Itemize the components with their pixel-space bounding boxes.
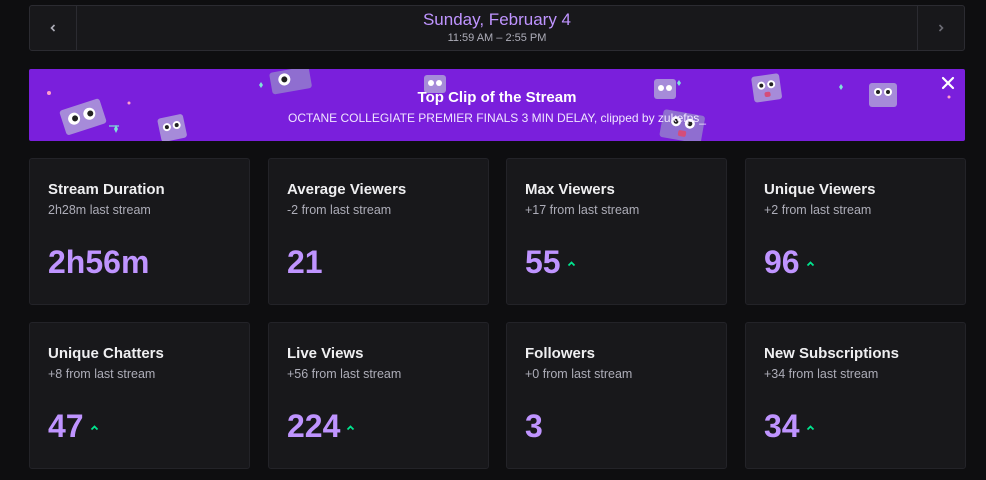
stat-comparison: +0 from last stream	[525, 367, 633, 381]
banner-text: Top Clip of the Stream OCTANE COLLEGIATE…	[29, 89, 965, 127]
date-navigator: Sunday, February 4 11:59 AM – 2:55 PM	[29, 5, 965, 51]
stat-value: 3	[525, 408, 543, 444]
stat-value: 21	[287, 244, 323, 280]
stat-card: Unique Chatters +8 from last stream 47	[29, 322, 250, 469]
stat-value-row: 96	[764, 244, 815, 280]
stat-card: Max Viewers +17 from last stream 55	[506, 158, 727, 305]
stat-value-row: 224	[287, 408, 355, 444]
stat-value: 224	[287, 408, 341, 444]
stat-comparison: +34 from last stream	[764, 367, 879, 381]
stat-comparison: +8 from last stream	[48, 367, 156, 381]
stat-value: 2h56m	[48, 244, 150, 280]
trend-up-icon	[806, 418, 815, 436]
stat-value-row: 47	[48, 408, 99, 444]
stat-value-row: 2h56m	[48, 244, 149, 280]
stat-title: Stream Duration	[48, 181, 165, 198]
stream-date: Sunday, February 4	[422, 10, 572, 29]
stat-value-row: 3	[525, 408, 543, 444]
top-clip-banner[interactable]: Top Clip of the Stream OCTANE COLLEGIATE…	[29, 69, 965, 141]
stat-card: Average Viewers -2 from last stream 21	[268, 158, 489, 305]
trend-up-icon	[90, 418, 99, 436]
stat-value: 34	[764, 408, 800, 444]
stat-comparison: +2 from last stream	[764, 203, 872, 217]
stat-value-row: 55	[525, 244, 576, 280]
stat-comparison: +17 from last stream	[525, 203, 640, 217]
stat-title: New Subscriptions	[764, 345, 900, 362]
stream-time-range: 11:59 AM – 2:55 PM	[447, 32, 547, 44]
chevron-left-icon	[49, 21, 57, 36]
stat-card: Followers +0 from last stream 3	[506, 322, 727, 469]
stat-card: Stream Duration 2h28m last stream 2h56m	[29, 158, 250, 305]
stat-title: Max Viewers	[525, 181, 615, 198]
stat-comparison: 2h28m last stream	[48, 203, 151, 217]
date-display: Sunday, February 4 11:59 AM – 2:55 PM	[77, 6, 917, 50]
stat-card: New Subscriptions +34 from last stream 34	[745, 322, 966, 469]
stat-title: Average Viewers	[287, 181, 407, 198]
stat-value: 47	[48, 408, 84, 444]
banner-title: Top Clip of the Stream	[417, 89, 577, 106]
trend-up-icon	[567, 254, 576, 272]
stat-value: 96	[764, 244, 800, 280]
stat-title: Live Views	[287, 345, 364, 362]
stat-title: Unique Chatters	[48, 345, 164, 362]
stat-card: Unique Viewers +2 from last stream 96	[745, 158, 966, 305]
clip-title-link[interactable]: OCTANE COLLEGIATE PREMIER FINALS 3 MIN D…	[29, 109, 965, 127]
stat-value: 55	[525, 244, 561, 280]
stat-card: Live Views +56 from last stream 224	[268, 322, 489, 469]
close-banner-button[interactable]	[939, 75, 957, 93]
stat-comparison: +56 from last stream	[287, 367, 402, 381]
stat-comparison: -2 from last stream	[287, 203, 392, 217]
stat-value-row: 34	[764, 408, 815, 444]
trend-up-icon	[346, 418, 355, 436]
stat-title: Followers	[525, 345, 596, 362]
stat-title: Unique Viewers	[764, 181, 876, 198]
chevron-right-icon	[937, 21, 945, 36]
previous-stream-button[interactable]	[30, 6, 77, 50]
trend-up-icon	[806, 254, 815, 272]
close-icon	[941, 74, 955, 94]
next-stream-button[interactable]	[917, 6, 964, 50]
stat-value-row: 21	[287, 244, 323, 280]
